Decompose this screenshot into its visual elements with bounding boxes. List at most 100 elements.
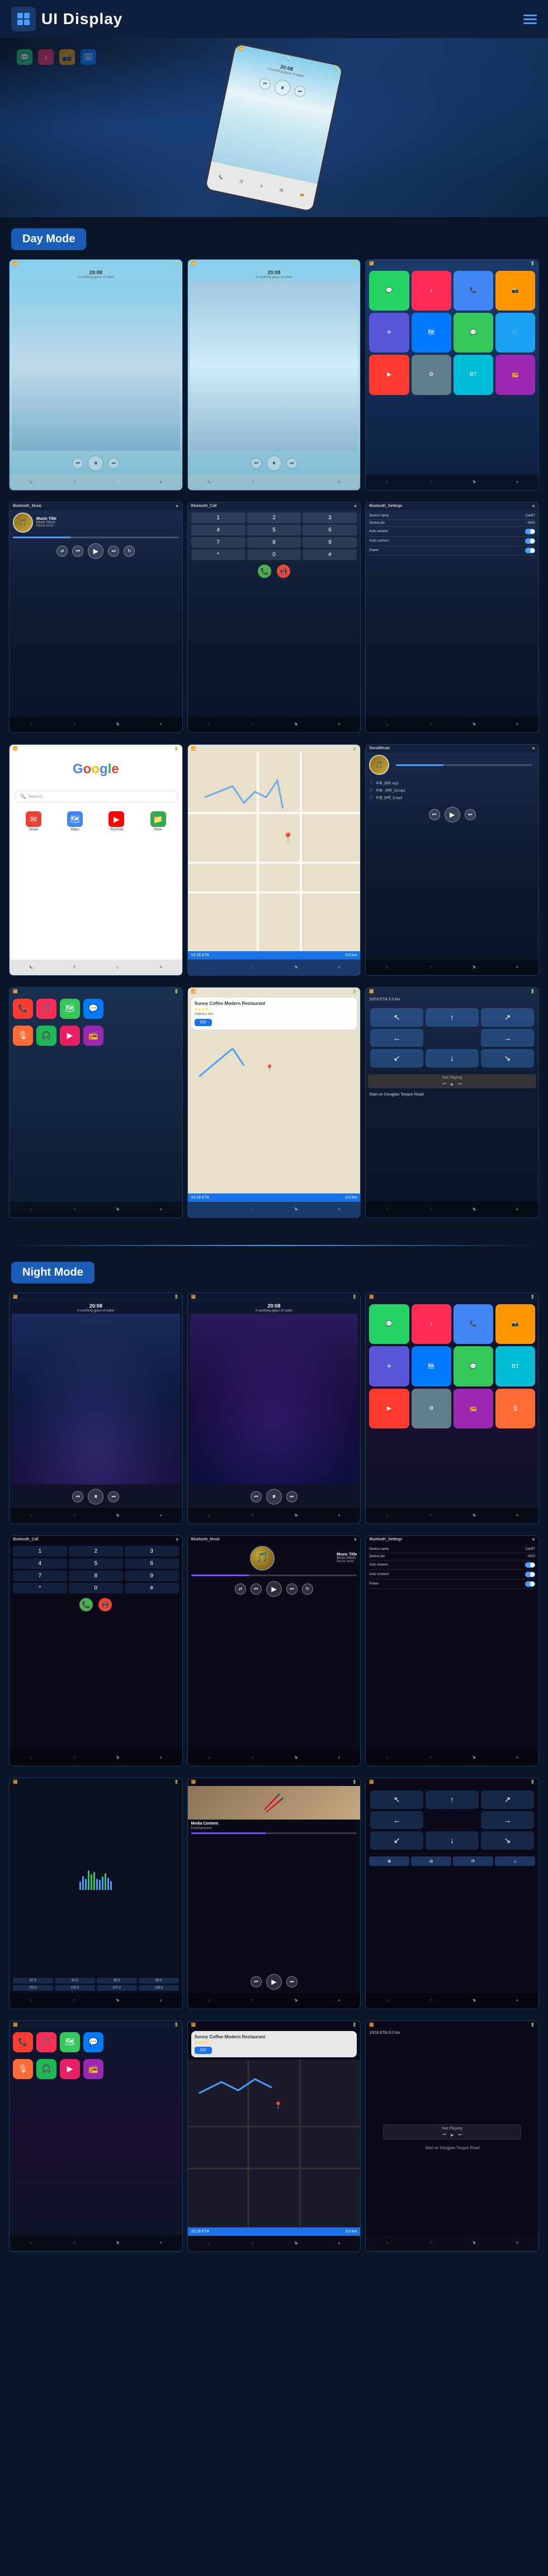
preset-3[interactable]: 95.5 [97, 1978, 137, 1983]
social-next[interactable]: ⏭ [465, 809, 476, 820]
phone-stream-icon[interactable]: 📞 [13, 999, 33, 1019]
auto-answer-toggle[interactable] [525, 529, 535, 534]
bt-icon[interactable]: BT [453, 355, 493, 394]
music-icon[interactable]: ♪ [412, 271, 451, 311]
night-phone-icon[interactable]: 📞 [13, 2032, 33, 2052]
night-power-toggle[interactable] [525, 1581, 535, 1587]
social-item-3[interactable]: 🎵 华非_好听_8.mp3 [369, 794, 535, 801]
night-arrow-r[interactable]: → [481, 1811, 534, 1829]
shortcut-youtube[interactable]: ▶ YouTube [97, 811, 136, 831]
youtube-icon[interactable]: ▶ [369, 355, 409, 394]
night-next-music[interactable]: ⏭ [286, 1583, 297, 1595]
arrow-down[interactable]: ↓ [426, 1049, 479, 1068]
night-whatsapp[interactable]: 💬 [369, 1304, 409, 1344]
night-radio-stream[interactable]: 📻 [83, 2059, 103, 2079]
settings-app-icon[interactable]: ⚙ [412, 355, 451, 394]
dial-0[interactable]: 0 [247, 549, 301, 560]
arrow-left[interactable]: ← [370, 1029, 423, 1047]
night-arrow-u[interactable]: ↑ [426, 1790, 479, 1809]
msg-stream-icon[interactable]: 💬 [83, 999, 103, 1019]
dial-3[interactable]: 3 [303, 513, 357, 523]
night-next-2[interactable]: ⏭ [286, 1491, 297, 1502]
phone-icon[interactable]: 📞 [453, 271, 493, 311]
np-prev[interactable]: ⏮ [443, 1082, 446, 1087]
auto-connect-toggle[interactable] [525, 538, 535, 544]
dial-5[interactable]: 5 [247, 525, 301, 535]
night-nav-btn-1[interactable]: ⊕ [369, 1856, 409, 1866]
twitter-icon[interactable]: 🐦 [495, 313, 535, 352]
arrow-down-left[interactable]: ↙ [370, 1049, 423, 1068]
night-next-1[interactable]: ⏭ [108, 1491, 119, 1502]
preset-6[interactable]: 105.5 [55, 1985, 95, 1991]
prev-track-btn[interactable]: ⏮ [72, 546, 83, 557]
night-youtube-stream[interactable]: ▶ [60, 2059, 80, 2079]
podcast-stream-icon[interactable]: 🎙 [13, 1026, 33, 1046]
night-np-play[interactable]: ▶ [451, 2133, 453, 2137]
arrow-down-right[interactable]: ↘ [481, 1049, 534, 1068]
night-dial-0[interactable]: 0 [69, 1583, 123, 1593]
preset-4[interactable]: 99.0 [139, 1978, 179, 1983]
night-msg-stream[interactable]: 💬 [83, 2032, 103, 2052]
night-music[interactable]: ♪ [412, 1304, 451, 1344]
night-auto-answer-toggle[interactable] [525, 1562, 535, 1568]
social-item-2[interactable]: 🎵 华非 - 好听_03.mp3 [369, 787, 535, 794]
night-np-next[interactable]: ⏭ [458, 2133, 461, 2137]
bottom-nav-apps[interactable]: ⚙ [159, 481, 162, 484]
night-phone[interactable]: 📞 [453, 1304, 493, 1344]
nav-phone-2[interactable]: 📞 [207, 481, 211, 484]
camera-icon[interactable]: 📸 [495, 271, 535, 311]
spotify-stream-icon[interactable]: 🎧 [36, 1026, 56, 1046]
bottom-nav-music[interactable]: 🎵 [73, 481, 76, 484]
night-dial-5[interactable]: 5 [69, 1558, 123, 1569]
night-camera[interactable]: 📸 [495, 1304, 535, 1344]
arrow-right[interactable]: → [481, 1029, 534, 1047]
night-dial-4[interactable]: 4 [13, 1558, 67, 1569]
night-go-button[interactable]: GO [195, 2047, 212, 2054]
night-wechat[interactable]: 💬 [453, 1346, 493, 1386]
night-nav-btn-2[interactable]: ⊖ [411, 1856, 451, 1866]
bottom-nav-gps[interactable]: 📡 [116, 481, 120, 484]
night-play-music[interactable]: ▶ [266, 1581, 282, 1597]
night-arrow-dl[interactable]: ↙ [370, 1831, 423, 1850]
radio-icon[interactable]: 📻 [495, 355, 535, 394]
night-dial-3[interactable]: 3 [125, 1546, 179, 1557]
night-prev-2[interactable]: ⏮ [251, 1491, 262, 1502]
prev-btn[interactable]: ⏮ [258, 77, 272, 91]
night-np-prev[interactable]: ⏮ [443, 2133, 446, 2137]
night-repeat[interactable]: ↻ [302, 1583, 313, 1595]
play-btn[interactable]: ⏸ [273, 78, 292, 97]
waze-stream-icon[interactable]: 🗺 [60, 999, 80, 1019]
end-call-btn[interactable]: 📵 [277, 565, 290, 578]
dial-2[interactable]: 2 [247, 513, 301, 523]
dial-9[interactable]: 9 [303, 537, 357, 548]
nav-apps-2[interactable]: ⚙ [338, 481, 340, 484]
next-button[interactable]: ⏭ [108, 458, 119, 469]
call-btn[interactable]: 📞 [258, 565, 271, 578]
night-play-1[interactable]: ⏸ [88, 1489, 103, 1505]
night-dial-hash[interactable]: # [125, 1583, 179, 1593]
nav-item-3[interactable]: 📡 [473, 481, 476, 484]
youtube-stream-icon[interactable]: ▶ [60, 1026, 80, 1046]
shortcut-gmail[interactable]: ✉ Gmail [14, 811, 53, 831]
arrow-up-right[interactable]: ↗ [481, 1008, 534, 1027]
prev-btn-2[interactable]: ⏮ [251, 458, 262, 469]
night-maps-stream[interactable]: 🗺 [60, 2032, 80, 2052]
night-prev-music[interactable]: ⏮ [251, 1583, 262, 1595]
night-podcast[interactable]: 🎙 [495, 1389, 535, 1428]
social-item-1[interactable]: 🎵 华非_好听.mp3 [369, 779, 535, 787]
preset-7[interactable]: 107.0 [97, 1985, 137, 1991]
whatsapp-icon[interactable]: 💬 [369, 271, 409, 311]
preset-2[interactable]: 91.0 [55, 1978, 95, 1983]
night-arrow-dr[interactable]: ↘ [481, 1831, 534, 1850]
night-podcast-stream[interactable]: 🎙 [13, 2059, 33, 2079]
play-pause-btn[interactable]: ▶ [88, 543, 103, 559]
preset-5[interactable]: 103.0 [13, 1985, 53, 1991]
radio-stream-icon[interactable]: 📻 [83, 1026, 103, 1046]
shortcut-drive[interactable]: 📁 Drive [138, 811, 177, 831]
shortcut-maps[interactable]: 🗺 Maps [55, 811, 95, 831]
dial-4[interactable]: 4 [191, 525, 245, 535]
dial-star[interactable]: * [191, 549, 245, 560]
wechat-icon[interactable]: 💬 [453, 313, 493, 352]
nav-music-2[interactable]: 🎵 [251, 481, 254, 484]
nav-gps-2[interactable]: 📡 [295, 481, 298, 484]
